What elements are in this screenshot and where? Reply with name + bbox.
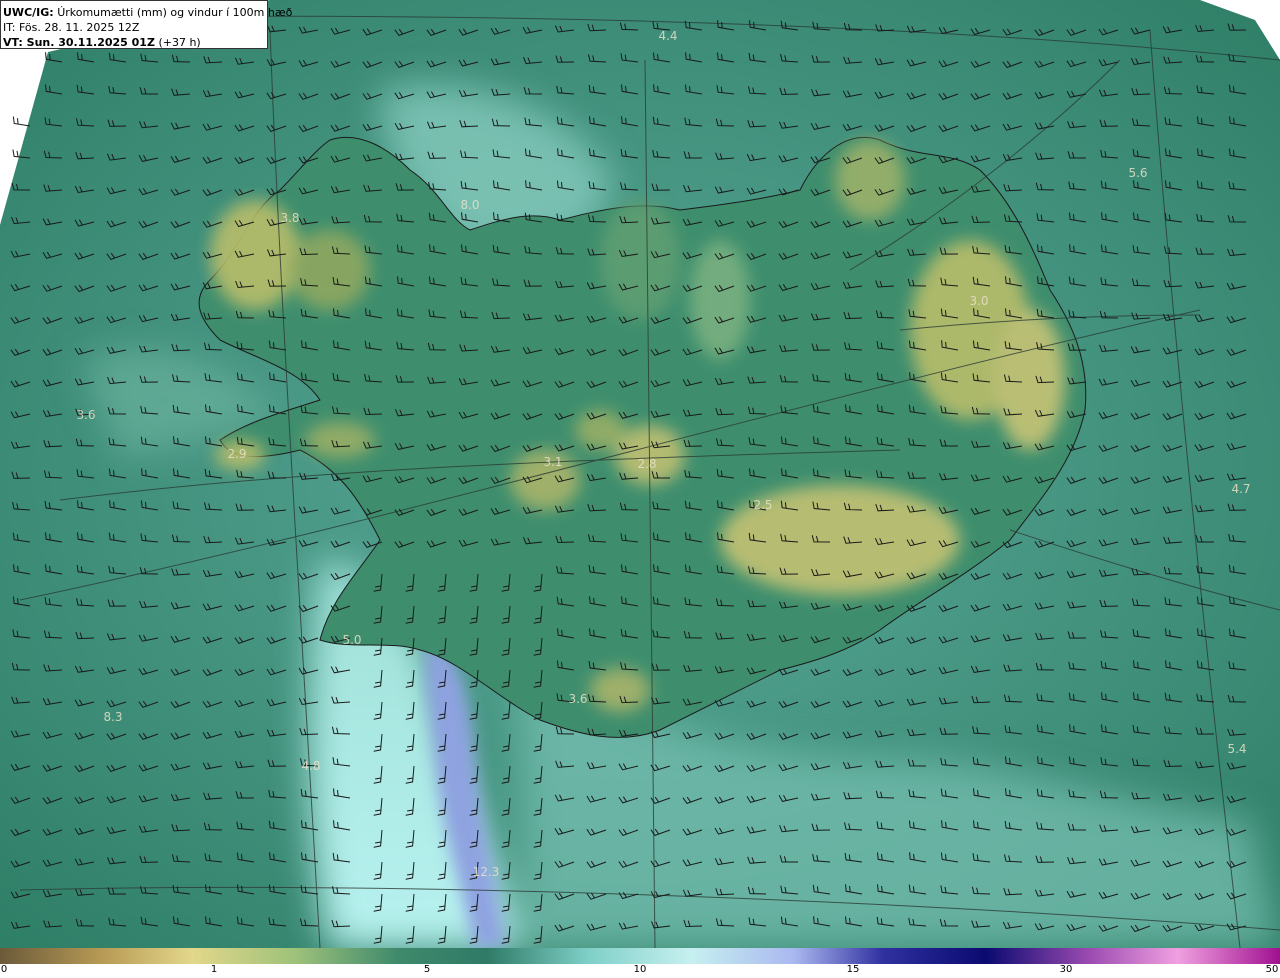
value-label: 2.5 xyxy=(753,498,772,512)
colorbar-tick: 30 xyxy=(1059,964,1073,975)
value-label: 5.4 xyxy=(1227,742,1246,756)
value-label: 4.4 xyxy=(658,29,677,43)
precipitation-wind-map: 4.4 5.6 8.0 3.8 3.0 3.6 2.9 3.1 2.8 4.7 … xyxy=(0,0,1280,948)
forecast-offset: (+37 h) xyxy=(158,36,201,49)
colorbar-tick: 0 xyxy=(0,964,8,975)
value-label: 4.8 xyxy=(301,759,320,773)
colorbar xyxy=(0,948,1280,964)
title-row: UWC/IG: Úrkomumætti (mm) og vindur í 100… xyxy=(3,5,292,20)
colorbar-tick: 5 xyxy=(423,964,431,975)
colorbar-tick: 15 xyxy=(846,964,860,975)
colorbar-tick: 1 xyxy=(210,964,218,975)
value-label: 3.0 xyxy=(969,294,988,308)
forecast-info-box: UWC/IG: Úrkomumætti (mm) og vindur í 100… xyxy=(0,0,292,50)
value-label: 3.6 xyxy=(76,408,95,422)
value-label: 2.8 xyxy=(637,457,656,471)
value-label: 5.0 xyxy=(342,633,361,647)
model-name: UWC/IG: xyxy=(3,6,54,19)
value-label: 2.9 xyxy=(227,447,246,461)
value-label: 8.0 xyxy=(460,198,479,212)
colorbar-tick: 50 xyxy=(1265,964,1279,975)
value-label: 8.3 xyxy=(103,710,122,724)
colorbar-tick: 10 xyxy=(633,964,647,975)
product-description: Úrkomumætti (mm) og vindur í 100m hæð xyxy=(57,6,293,19)
value-label: 3.8 xyxy=(280,211,299,225)
value-label: 4.7 xyxy=(1231,482,1250,496)
value-label: 12.3 xyxy=(473,865,500,879)
value-label: 3.6 xyxy=(568,692,587,706)
value-label: 3.1 xyxy=(543,455,562,469)
value-label: 5.6 xyxy=(1128,166,1147,180)
valid-time: VT: Sun. 30.11.2025 01Z xyxy=(3,36,155,49)
valid-time-row: VT: Sun. 30.11.2025 01Z (+37 h) xyxy=(3,35,267,50)
init-time: IT: Fös. 28. 11. 2025 12Z xyxy=(3,21,140,34)
